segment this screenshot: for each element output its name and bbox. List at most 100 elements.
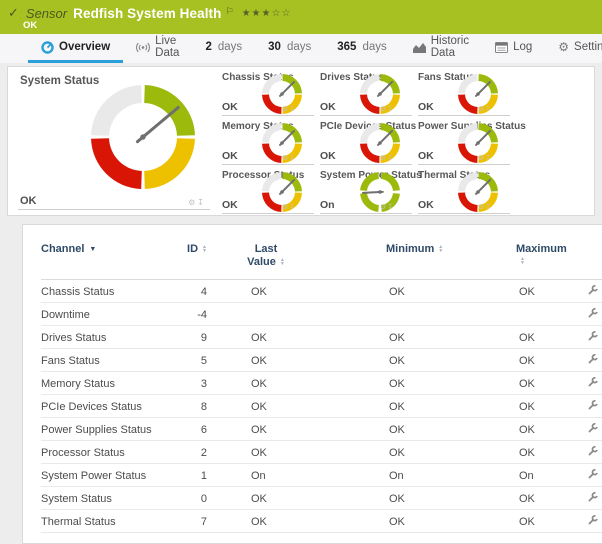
sort-icon: ▲▼ bbox=[438, 245, 443, 254]
channel-settings-icon[interactable] bbox=[587, 353, 599, 368]
pin-icon[interactable]: ↧ bbox=[485, 203, 492, 211]
minimum-cell: OK bbox=[346, 349, 479, 372]
channel-name-cell: System Power Status bbox=[41, 464, 159, 487]
maximum-cell: OK bbox=[479, 510, 571, 533]
mini-gauge-panel: Drives StatusOK⚙↧ bbox=[320, 69, 412, 117]
tab-label: 30 bbox=[268, 41, 281, 53]
pin-icon[interactable]: ↧ bbox=[387, 154, 394, 162]
panel-divider bbox=[320, 115, 412, 116]
channel-settings-icon[interactable] bbox=[587, 376, 599, 391]
column-header-minimum[interactable]: Minimum▲▼ bbox=[346, 237, 479, 280]
tab-live-data[interactable]: Live Data bbox=[123, 34, 192, 63]
table-row[interactable]: Processor Status2OKOKOK bbox=[41, 441, 602, 464]
flag-icon[interactable]: ⚐ bbox=[226, 6, 234, 17]
tab-30-days[interactable]: 30 days bbox=[255, 34, 324, 63]
channel-settings-icon[interactable] bbox=[587, 468, 599, 483]
channel-settings-icon[interactable] bbox=[587, 399, 599, 414]
channel-name-cell: Power Supplies Status bbox=[41, 418, 159, 441]
table-row[interactable]: Fans Status5OKOKOK bbox=[41, 349, 602, 372]
pin-icon[interactable]: ↧ bbox=[485, 154, 492, 162]
table-row[interactable]: Drives Status9OKOKOK bbox=[41, 326, 602, 349]
tab-log[interactable]: Log bbox=[482, 34, 545, 63]
last-value-cell: OK bbox=[207, 418, 346, 441]
channel-name-cell: Memory Status bbox=[41, 372, 159, 395]
pin-icon[interactable]: ↧ bbox=[289, 203, 296, 211]
table-row[interactable]: Thermal Status7OKOKOK bbox=[41, 510, 602, 533]
pin-icon[interactable]: ↧ bbox=[485, 105, 492, 113]
column-header-last-value[interactable]: Last Value▲▼ bbox=[207, 237, 346, 280]
channel-settings-icon[interactable] bbox=[587, 307, 599, 322]
pin-icon[interactable]: ↧ bbox=[387, 105, 394, 113]
pin-icon[interactable]: ↧ bbox=[289, 154, 296, 162]
last-value-cell: OK bbox=[207, 441, 346, 464]
tab-historic-data[interactable]: Historic Data bbox=[400, 34, 482, 63]
channel-settings-icon[interactable] bbox=[587, 514, 599, 529]
pin-icon[interactable]: ↧ bbox=[387, 203, 394, 211]
tab-settings[interactable]: ⚙ Settings bbox=[545, 34, 602, 63]
tab-label: 2 bbox=[205, 41, 211, 53]
table-row[interactable]: Memory Status3OKOKOK bbox=[41, 372, 602, 395]
tab-label: Overview bbox=[59, 41, 110, 53]
channel-name-cell: Downtime bbox=[41, 303, 159, 326]
minimum-cell: OK bbox=[346, 418, 479, 441]
minimum-cell: OK bbox=[346, 326, 479, 349]
row-tools-cell bbox=[571, 441, 602, 464]
table-row[interactable]: System Status0OKOKOK bbox=[41, 487, 602, 510]
table-row[interactable]: Chassis Status4OKOKOK bbox=[41, 280, 602, 303]
table-row[interactable]: Downtime-4 bbox=[41, 303, 602, 326]
maximum-cell bbox=[479, 303, 571, 326]
tab-365-days[interactable]: 365 days bbox=[324, 34, 399, 63]
column-header-maximum[interactable]: Maximum▲▼ bbox=[479, 237, 571, 280]
channel-id-cell: 2 bbox=[159, 441, 207, 464]
panel-divider bbox=[320, 164, 412, 165]
channel-name-cell: Chassis Status bbox=[41, 280, 159, 303]
gauge-value: OK bbox=[320, 150, 336, 162]
maximum-cell: OK bbox=[479, 441, 571, 464]
column-header-channel[interactable]: Channel▼ bbox=[41, 237, 159, 280]
mini-gauge-panel: Processor StatusOK⚙↧ bbox=[222, 167, 314, 215]
row-tools-cell bbox=[571, 418, 602, 441]
column-header-id[interactable]: ID▲▼ bbox=[159, 237, 207, 280]
tab-2-days[interactable]: 2 days bbox=[192, 34, 255, 63]
channel-settings-icon[interactable] bbox=[587, 284, 599, 299]
last-value-cell: OK bbox=[207, 280, 346, 303]
channel-settings-icon[interactable] bbox=[587, 330, 599, 345]
status-badge: OK bbox=[23, 20, 37, 31]
system-status-gauge bbox=[87, 81, 199, 193]
priority-stars[interactable]: ★★★☆☆ bbox=[242, 8, 292, 19]
sensor-header: ✓ Sensor Redfish System Health ⚐ ★★★☆☆ O… bbox=[0, 0, 602, 34]
channel-name-cell: System Status bbox=[41, 487, 159, 510]
mini-gauge-panel: System Power StatusOn⚙↧ bbox=[320, 167, 412, 215]
channel-settings-icon[interactable] bbox=[587, 491, 599, 506]
tab-overview[interactable]: Overview bbox=[28, 34, 123, 63]
channel-settings-icon[interactable] bbox=[587, 445, 599, 460]
table-row[interactable]: Power Supplies Status6OKOKOK bbox=[41, 418, 602, 441]
table-row[interactable]: PCIe Devices Status8OKOKOK bbox=[41, 395, 602, 418]
tab-label: Live Data bbox=[155, 35, 179, 59]
channel-id-cell: 8 bbox=[159, 395, 207, 418]
tab-label: Log bbox=[513, 41, 532, 53]
channel-id-cell: 7 bbox=[159, 510, 207, 533]
tab-label: 365 bbox=[337, 41, 356, 53]
gauge-value: OK bbox=[222, 101, 238, 113]
gear-icon: ⚙ bbox=[558, 41, 569, 53]
channel-id-cell: 3 bbox=[159, 372, 207, 395]
pin-icon[interactable]: ↧ bbox=[197, 198, 206, 207]
row-tools-cell bbox=[571, 372, 602, 395]
mini-gauge-panel: Fans StatusOK⚙↧ bbox=[418, 69, 510, 117]
table-row[interactable]: System Power Status1OnOnOn bbox=[41, 464, 602, 487]
system-status-panel: System Status OK ⚙↧ bbox=[16, 69, 212, 213]
minimum-cell bbox=[346, 303, 479, 326]
channel-settings-icon[interactable] bbox=[587, 422, 599, 437]
row-tools-cell bbox=[571, 303, 602, 326]
gear-icon[interactable]: ⚙ bbox=[188, 198, 197, 207]
tab-label: Settings bbox=[574, 41, 602, 53]
panel-divider bbox=[418, 213, 510, 214]
last-value-cell: OK bbox=[207, 510, 346, 533]
row-tools-cell bbox=[571, 464, 602, 487]
object-kind-label: Sensor bbox=[26, 6, 67, 21]
maximum-cell: OK bbox=[479, 326, 571, 349]
minimum-cell: OK bbox=[346, 395, 479, 418]
pin-icon[interactable]: ↧ bbox=[289, 105, 296, 113]
panel-divider bbox=[222, 213, 314, 214]
